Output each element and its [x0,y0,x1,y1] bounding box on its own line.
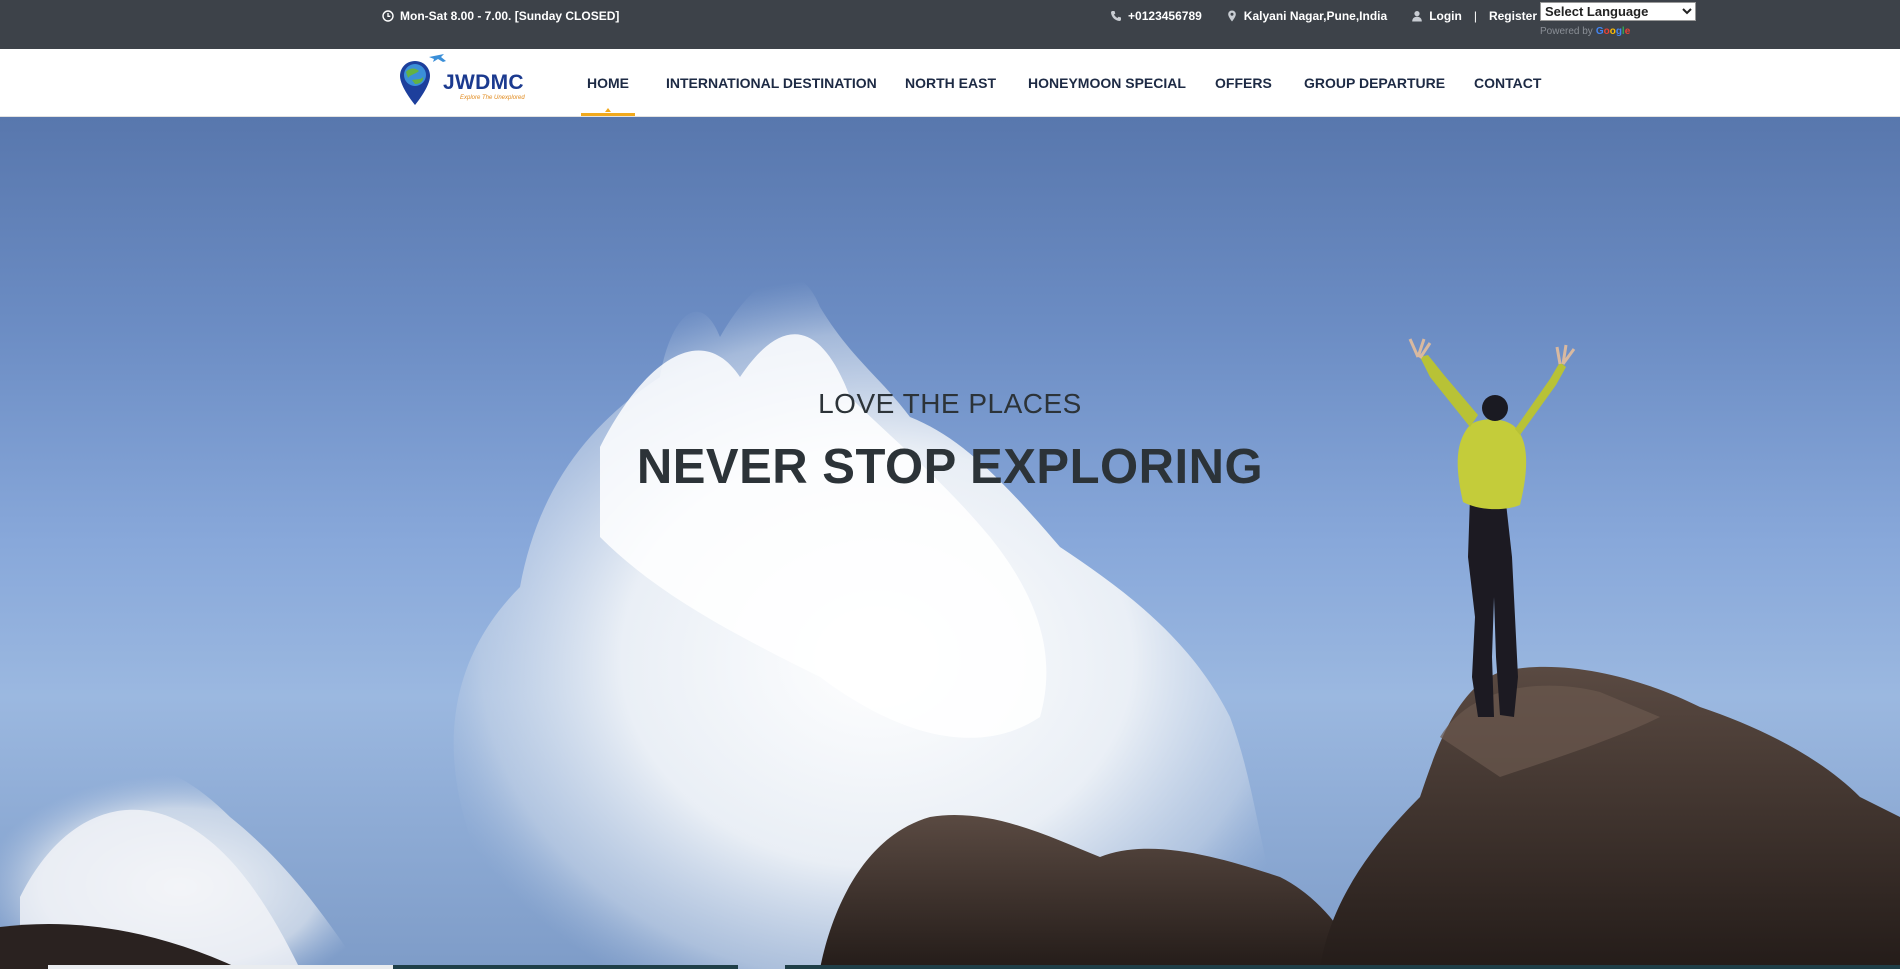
nav-international-destination[interactable]: INTERNATIONAL DESTINATION [666,75,877,91]
login-link[interactable]: Login [1411,9,1462,23]
phone-icon [1111,11,1122,21]
slider-indicator-2[interactable] [393,965,738,969]
hero-background-image [0,275,1900,969]
nav-contact[interactable]: CONTACT [1474,75,1541,91]
nav-home[interactable]: HOME [581,75,635,116]
user-icon [1412,11,1422,22]
nav-north-east[interactable]: NORTH EAST [905,75,996,91]
map-pin-icon [1227,10,1236,22]
main-navbar: JWDMC Explore The Unexplored HOME INTERN… [0,49,1900,117]
nav-honeymoon-special[interactable]: HONEYMOON SPECIAL [1028,75,1186,91]
google-translate-widget: Select Language Powered by Google [1540,2,1696,37]
powered-by-google: Powered by Google [1540,26,1696,37]
opening-hours-text: Mon-Sat 8.00 - 7.00. [Sunday CLOSED] [400,9,620,23]
hero-slider: LOVE THE PLACES NEVER STOP EXPLORING [0,117,1900,969]
nav-offers[interactable]: OFFERS [1215,75,1272,91]
location-link[interactable]: Kalyani Nagar,Pune,India [1226,9,1387,23]
top-contact-links: +0123456789 Kalyani Nagar,Pune,India Log… [1086,9,1537,23]
slider-indicator-3[interactable] [785,965,1900,969]
hero-subtitle: LOVE THE PLACES [818,388,1082,419]
google-logo[interactable]: Google [1596,26,1630,37]
slider-progress-bar[interactable] [48,965,393,969]
hero-title: NEVER STOP EXPLORING [636,440,1264,494]
main-menu: HOME INTERNATIONAL DESTINATION NORTH EAS… [0,49,1900,117]
phone-link[interactable]: +0123456789 [1110,9,1202,23]
location-text: Kalyani Nagar,Pune,India [1243,9,1388,23]
phone-number: +0123456789 [1128,9,1202,23]
language-select[interactable]: Select Language [1540,2,1696,21]
login-label: Login [1429,9,1462,23]
opening-hours: Mon-Sat 8.00 - 7.00. [Sunday CLOSED] [382,9,619,23]
nav-group-departure[interactable]: GROUP DEPARTURE [1304,75,1445,91]
powered-by-label: Powered by [1540,26,1593,37]
register-link[interactable]: Register [1489,9,1537,23]
top-info-bar: Mon-Sat 8.00 - 7.00. [Sunday CLOSED] +01… [0,0,1900,49]
clock-icon [382,10,394,22]
login-register-separator: | [1473,9,1477,23]
